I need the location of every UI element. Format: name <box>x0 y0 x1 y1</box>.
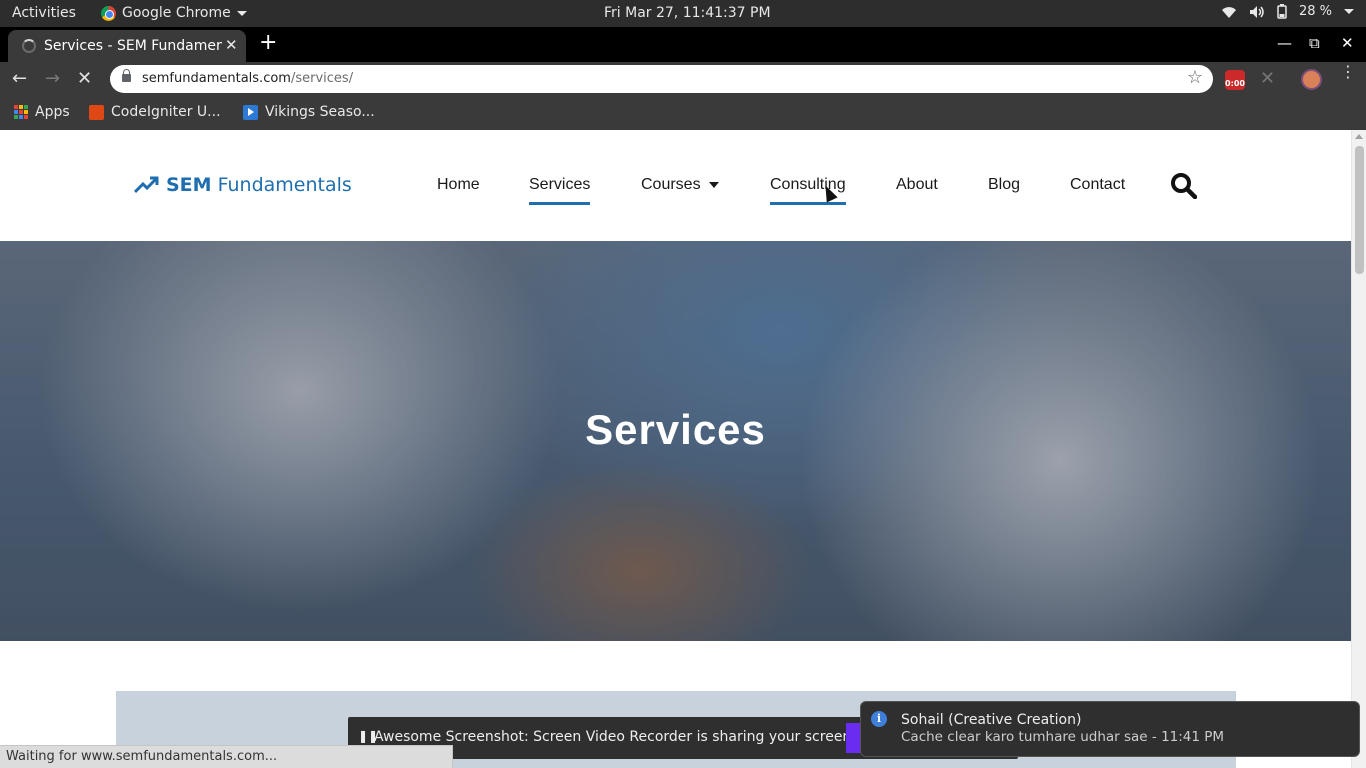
bookmark-label: Vikings Seaso... <box>265 104 375 120</box>
notification-body: Cache clear karo tumhare udhar sae - 11:… <box>901 729 1225 745</box>
bookmark-label: CodeIgniter U... <box>111 104 221 120</box>
notification-title: Sohail (Creative Creation) <box>901 712 1082 728</box>
url-path: /services/ <box>290 71 354 86</box>
bookmark-apps[interactable]: Apps <box>14 104 70 120</box>
system-clock[interactable]: Fri Mar 27, 11:41:37 PM <box>604 5 771 21</box>
nav-courses[interactable]: Courses <box>641 176 719 194</box>
minimize-window-icon[interactable]: — <box>1277 34 1292 52</box>
activities-button[interactable]: Activities <box>12 5 76 21</box>
tab-title: Services - SEM Fundamentals <box>44 38 222 54</box>
site-header: SEM Fundamentals Home Services Courses C… <box>0 130 1351 241</box>
more-menu-icon[interactable]: ⋮ <box>1340 64 1356 80</box>
info-icon: i <box>871 711 887 727</box>
extension-badge: 0:00 <box>1225 79 1245 88</box>
chevron-down-icon <box>708 181 719 188</box>
apps-grid-icon <box>14 105 28 119</box>
close-icon[interactable]: ✕ <box>225 36 238 54</box>
back-icon[interactable]: ← <box>12 68 27 89</box>
battery-icon <box>1277 4 1287 19</box>
browser-toolbar: ← → ✕ semfundamentals.com/services/ ☆ 0:… <box>0 62 1366 96</box>
video-icon <box>243 104 258 120</box>
lock-icon[interactable] <box>122 69 131 82</box>
url-domain: semfundamentals.com <box>142 71 291 86</box>
site-logo[interactable]: SEM Fundamentals <box>134 174 352 196</box>
new-tab-button[interactable]: + <box>259 30 277 55</box>
battery-percent: 28 % <box>1298 4 1332 19</box>
chevron-down-icon <box>1344 9 1354 14</box>
loading-spinner-icon <box>22 39 36 53</box>
page-title: Services <box>585 406 766 453</box>
bookmark-star-icon[interactable]: ☆ <box>1187 67 1203 88</box>
nav-services-label: Services <box>529 176 591 193</box>
system-top-bar: Activities Google Chrome Fri Mar 27, 11:… <box>0 0 1366 27</box>
nav-services[interactable]: Services <box>529 176 591 205</box>
codeigniter-icon <box>89 104 104 120</box>
nav-home[interactable]: Home <box>437 176 480 194</box>
profile-avatar[interactable] <box>1301 69 1322 90</box>
browser-status-bar: Waiting for www.semfundamentals.com... <box>0 745 453 768</box>
forward-icon[interactable]: → <box>45 68 60 89</box>
nav-about[interactable]: About <box>896 176 938 194</box>
tab-strip: Services - SEM Fundamentals ✕ <box>0 27 1366 62</box>
wifi-icon <box>1221 6 1236 18</box>
page-scrollbar[interactable] <box>1351 130 1366 768</box>
bookmark-vikings[interactable]: Vikings Seaso... <box>243 104 375 120</box>
trending-up-icon <box>134 176 159 194</box>
bookmark-codeigniter[interactable]: CodeIgniter U... <box>89 104 221 120</box>
desktop-notification[interactable]: i Sohail (Creative Creation) Cache clear… <box>860 701 1360 757</box>
extension-x-icon[interactable]: ✕ <box>1260 68 1275 89</box>
url-text[interactable]: semfundamentals.com/services/ <box>142 71 353 86</box>
scroll-up-icon[interactable] <box>1355 134 1363 139</box>
nav-contact[interactable]: Contact <box>1070 176 1125 194</box>
scrollbar-thumb[interactable] <box>1355 146 1364 274</box>
logo-bold-text: SEM <box>166 174 212 196</box>
volume-icon <box>1249 5 1264 18</box>
system-tray[interactable]: 28 % <box>1221 4 1354 19</box>
nav-courses-label: Courses <box>641 176 701 193</box>
screen-recorder-extension-icon[interactable]: 0:00 <box>1225 70 1245 90</box>
nav-blog[interactable]: Blog <box>988 176 1020 194</box>
maximize-window-icon[interactable]: ⧉ <box>1309 34 1320 52</box>
web-page: SEM Fundamentals Home Services Courses C… <box>0 130 1351 768</box>
address-bar[interactable]: semfundamentals.com/services/ ☆ <box>110 65 1213 93</box>
close-window-icon[interactable]: ✕ <box>1341 34 1354 52</box>
app-menu-label: Google Chrome <box>122 5 231 21</box>
browser-tab[interactable]: Services - SEM Fundamentals ✕ <box>8 30 246 62</box>
logo-text: Fundamentals <box>217 174 352 196</box>
hero-banner: Services <box>0 241 1351 641</box>
screen-share-message: Awesome Screenshot: Screen Video Recorde… <box>374 729 856 745</box>
stop-loading-icon[interactable]: ✕ <box>77 68 92 89</box>
bookmark-label: Apps <box>35 104 70 120</box>
search-icon[interactable] <box>1170 172 1198 203</box>
bookmarks-bar: Apps CodeIgniter U... Vikings Seaso... <box>0 96 1366 130</box>
app-menu[interactable]: Google Chrome <box>101 5 247 21</box>
chevron-down-icon <box>236 10 247 16</box>
chrome-icon <box>101 5 116 21</box>
